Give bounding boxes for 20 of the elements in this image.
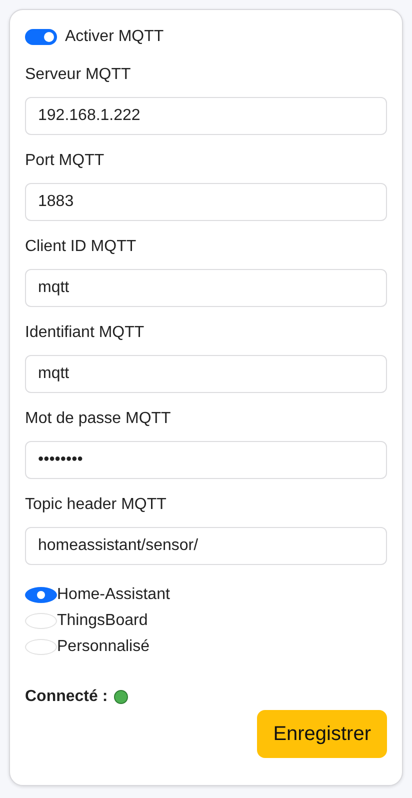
save-button[interactable]: Enregistrer xyxy=(257,710,387,758)
radio-label: ThingsBoard xyxy=(57,612,148,630)
toggle-switch[interactable] xyxy=(25,29,57,45)
input-field[interactable]: 1883 xyxy=(25,183,387,221)
status-label: Connecté : xyxy=(25,688,108,706)
input-field[interactable]: mqtt xyxy=(25,269,387,307)
input-field[interactable]: 192.168.1.222 xyxy=(25,97,387,135)
radio-button[interactable] xyxy=(25,587,57,603)
field-label: Mot de passe MQTT xyxy=(25,409,172,429)
field-label: Port MQTT xyxy=(25,151,106,171)
input-field[interactable]: mqtt xyxy=(25,355,387,393)
radio-label: Home-Assistant xyxy=(57,586,170,604)
field-label: Identifiant MQTT xyxy=(25,323,146,343)
toggle-label: Activer MQTT xyxy=(65,28,164,46)
field-label: Serveur MQTT xyxy=(25,65,132,85)
field-label: Topic header MQTT xyxy=(25,495,168,515)
radio-label: Personnalisé xyxy=(57,638,150,656)
field-label: Client ID MQTT xyxy=(25,237,138,257)
input-field[interactable]: •••••••• xyxy=(25,441,387,479)
input-field[interactable]: homeassistant/sensor/ xyxy=(25,527,387,565)
